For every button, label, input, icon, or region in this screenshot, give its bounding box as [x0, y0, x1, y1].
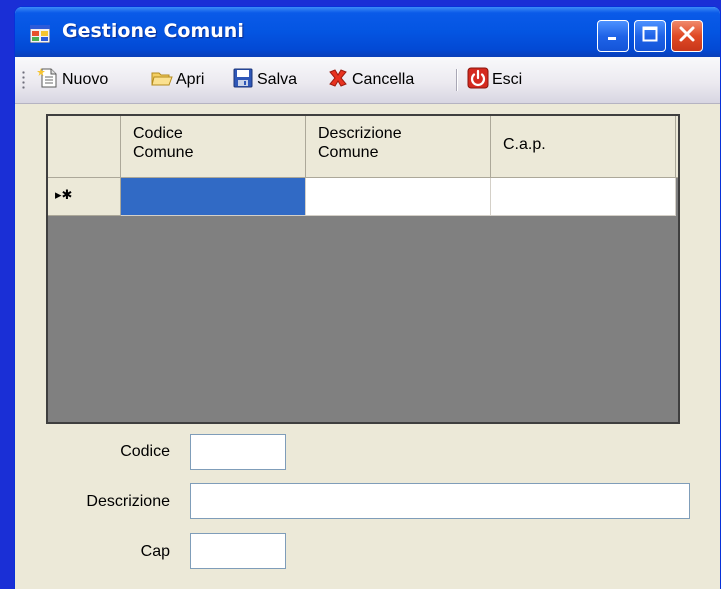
- new-row-header[interactable]: ▸✱: [48, 178, 121, 216]
- grid-header-row: Codice Comune Descrizione Comune C.a.p.: [48, 116, 678, 178]
- column-header-line: Codice: [133, 125, 183, 142]
- column-header-line: Comune: [318, 144, 379, 161]
- exit-power-icon: [467, 67, 492, 94]
- descrizione-input[interactable]: [190, 483, 690, 519]
- column-header-line: Descrizione: [318, 125, 402, 142]
- toolbar-grip[interactable]: [22, 70, 25, 90]
- save-disk-icon: [232, 67, 257, 94]
- salva-button[interactable]: Salva: [232, 67, 297, 93]
- apri-button[interactable]: Apri: [151, 67, 204, 93]
- new-document-icon: [37, 67, 62, 94]
- toolbar: Nuovo Apri Salva Cancella Esci: [15, 57, 720, 104]
- column-header-codice-comune[interactable]: Codice Comune: [121, 116, 306, 177]
- cancella-label: Cancella: [352, 71, 415, 88]
- codice-input[interactable]: [190, 434, 286, 470]
- cap-input[interactable]: [190, 533, 286, 569]
- apri-label: Apri: [176, 71, 205, 88]
- grid-cell-cap[interactable]: [491, 178, 676, 216]
- minimize-icon: [605, 26, 621, 46]
- delete-x-icon: [327, 67, 352, 94]
- column-header-line: C.a.p.: [503, 136, 546, 153]
- grid-cell-codice-comune[interactable]: [121, 178, 306, 216]
- cap-label: Cap: [140, 543, 170, 560]
- salva-label: Salva: [257, 71, 298, 88]
- form-app-icon: [29, 24, 51, 44]
- grid-cell-descrizione-comune[interactable]: [306, 178, 491, 216]
- descrizione-label: Descrizione: [86, 493, 170, 510]
- column-header-line: Comune: [133, 144, 194, 161]
- toolbar-separator: [456, 69, 458, 91]
- nuovo-label: Nuovo: [62, 71, 109, 88]
- maximize-icon: [641, 25, 659, 47]
- comuni-data-grid[interactable]: Codice Comune Descrizione Comune C.a.p. …: [46, 114, 680, 424]
- maximize-button[interactable]: [634, 20, 666, 52]
- nuovo-button[interactable]: Nuovo: [37, 67, 108, 93]
- open-folder-icon: [151, 68, 176, 93]
- esci-label: Esci: [492, 71, 523, 88]
- new-row-marker: ▸✱: [55, 188, 73, 203]
- window-title: Gestione Comuni: [62, 20, 244, 42]
- title-bar[interactable]: Gestione Comuni: [15, 7, 720, 57]
- grid-corner-header[interactable]: [48, 116, 121, 177]
- esci-button[interactable]: Esci: [467, 67, 522, 93]
- minimize-button[interactable]: [597, 20, 629, 52]
- column-header-descrizione-comune[interactable]: Descrizione Comune: [306, 116, 491, 177]
- codice-label: Codice: [120, 443, 170, 460]
- cancella-button[interactable]: Cancella: [327, 67, 414, 93]
- column-header-cap[interactable]: C.a.p.: [491, 116, 676, 177]
- close-icon: [678, 25, 696, 47]
- gestione-comuni-window: Gestione Comuni Nuovo Apri Salva Cancell…: [14, 6, 721, 589]
- close-button[interactable]: [671, 20, 703, 52]
